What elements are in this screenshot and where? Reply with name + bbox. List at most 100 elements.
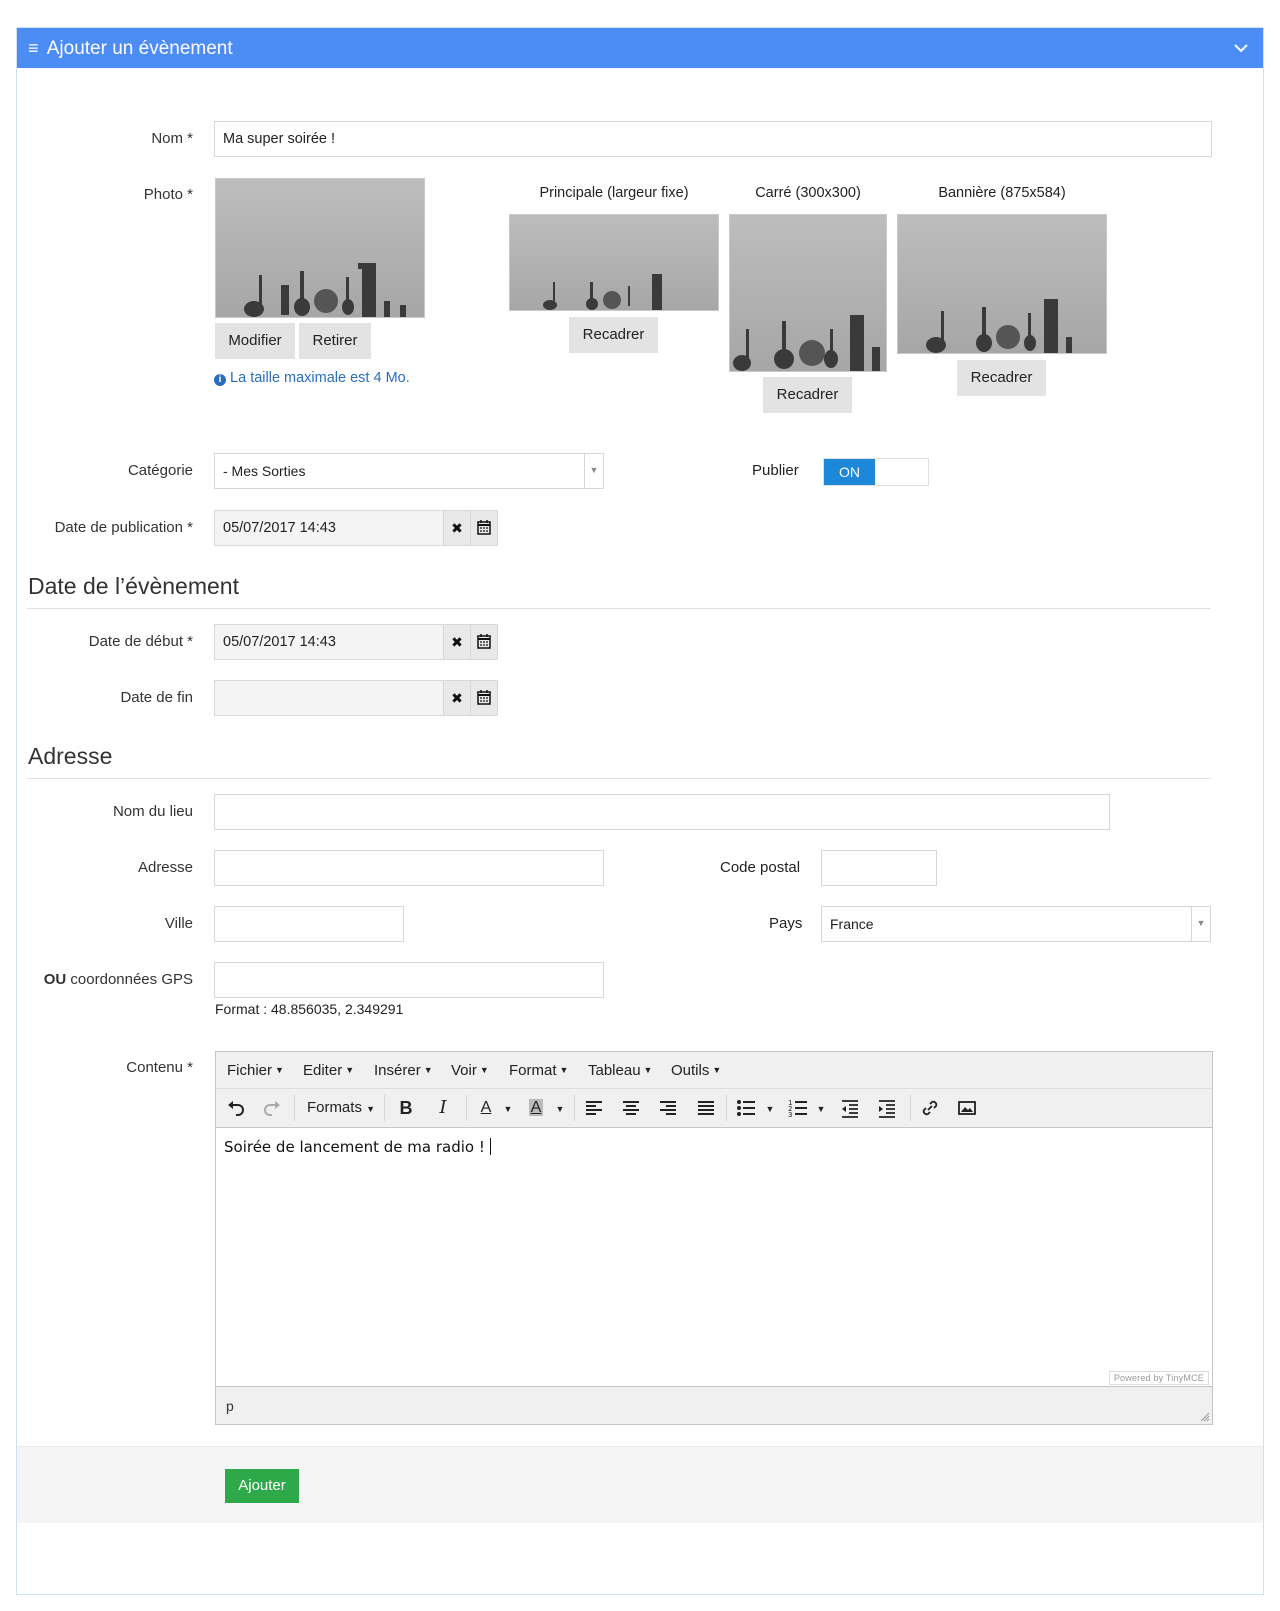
menu-fichier[interactable]: Fichier ▼ xyxy=(227,1052,284,1089)
nom-label: Nom * xyxy=(151,130,193,147)
chevron-down-icon[interactable] xyxy=(1233,28,1249,68)
categorie-select[interactable]: - Mes Sorties ▼ xyxy=(214,453,604,489)
menu-icon: ≡ xyxy=(28,38,39,58)
crop-preview-principale xyxy=(509,214,719,311)
caret-down-icon: ▼ xyxy=(559,1065,569,1075)
caret-down-icon[interactable]: ▼ xyxy=(814,1097,828,1120)
align-left-icon[interactable] xyxy=(584,1097,604,1119)
menu-inserer[interactable]: Insérer ▼ xyxy=(374,1052,433,1089)
redo-icon[interactable] xyxy=(262,1097,282,1119)
menu-outils[interactable]: Outils ▼ xyxy=(671,1052,721,1089)
editor-text: Soirée de lancement de ma radio ! xyxy=(224,1138,485,1156)
menu-editer[interactable]: Editer ▼ xyxy=(303,1052,354,1089)
numbered-list-icon[interactable]: 123 xyxy=(788,1097,808,1119)
publier-label: Publier xyxy=(752,462,799,479)
event-dates-title: Date de l’évènement xyxy=(28,573,239,599)
crop-preview-banniere xyxy=(897,214,1107,354)
resize-handle-icon[interactable] xyxy=(1200,1412,1210,1422)
element-path[interactable]: p xyxy=(226,1398,234,1414)
text-color-icon[interactable]: A xyxy=(476,1097,496,1119)
dropdown-arrow-icon: ▼ xyxy=(584,454,603,488)
bold-icon[interactable]: B xyxy=(396,1097,416,1119)
menu-label: Outils xyxy=(671,1062,710,1079)
code-postal-label: Code postal xyxy=(720,859,801,876)
crop-caption-banniere: Bannière (875x584) xyxy=(938,185,1066,201)
toggle-on-label: ON xyxy=(824,459,875,485)
toolbar-separator xyxy=(726,1095,727,1121)
toolbar-separator xyxy=(384,1095,385,1121)
calendar-icon[interactable] xyxy=(470,680,498,716)
editor-menubar: Fichier ▼ Editer ▼ Insérer ▼ Voir ▼ Format ▼ … xyxy=(216,1052,1212,1089)
remove-photo-button[interactable]: Retirer xyxy=(299,323,371,359)
submit-button[interactable]: Ajouter xyxy=(225,1469,299,1503)
max-size-info: i La taille maximale est 4 Mo. xyxy=(214,370,410,386)
crop-caption-principale: Principale (largeur fixe) xyxy=(539,185,689,201)
clear-icon[interactable]: ✖ xyxy=(443,680,471,716)
date-debut-label: Date de début * xyxy=(88,633,193,650)
publier-toggle[interactable]: ON xyxy=(823,458,929,486)
date-fin-label: Date de fin xyxy=(120,689,193,706)
date-publication-label: Date de publication * xyxy=(54,519,193,536)
caret-down-icon: ▼ xyxy=(275,1065,284,1075)
menu-voir[interactable]: Voir ▼ xyxy=(451,1052,489,1089)
info-icon: i xyxy=(214,374,226,386)
formats-label: Formats xyxy=(306,1099,362,1116)
categorie-label: Catégorie xyxy=(127,462,193,479)
recadrer-carre-button[interactable]: Recadrer xyxy=(763,377,852,413)
recadrer-principale-button[interactable]: Recadrer xyxy=(569,317,658,353)
divider xyxy=(27,608,1211,609)
modify-photo-button[interactable]: Modifier xyxy=(215,323,295,359)
date-fin-input[interactable] xyxy=(214,680,444,716)
menu-tableau[interactable]: Tableau ▼ xyxy=(588,1052,652,1089)
align-center-icon[interactable] xyxy=(621,1097,641,1119)
align-justify-icon[interactable] xyxy=(696,1097,716,1119)
editor-toolbar: Formats ▼ B I A ▼ A ▼ ▼ 123 ▼ xyxy=(216,1089,1212,1128)
pays-value: France xyxy=(830,916,874,932)
italic-icon[interactable]: I xyxy=(433,1097,453,1119)
date-debut-input[interactable]: 05/07/2017 14:43 xyxy=(214,624,444,660)
text-cursor xyxy=(489,1138,491,1155)
outdent-icon[interactable] xyxy=(840,1097,860,1119)
menu-format[interactable]: Format ▼ xyxy=(509,1052,568,1089)
date-publication-input[interactable]: 05/07/2017 14:43 xyxy=(214,510,444,546)
pays-select[interactable]: France ▼ xyxy=(821,906,1211,942)
caret-down-icon: ▼ xyxy=(345,1065,355,1075)
clear-icon[interactable]: ✖ xyxy=(443,624,471,660)
address-title: Adresse xyxy=(28,743,113,769)
lieu-input[interactable] xyxy=(214,794,1110,830)
editor-content[interactable]: Soirée de lancement de ma radio ! xyxy=(224,1138,491,1156)
link-icon[interactable] xyxy=(920,1097,940,1119)
clear-icon[interactable]: ✖ xyxy=(443,510,471,546)
formats-dropdown[interactable]: Formats ▼ xyxy=(306,1097,376,1120)
bullet-list-icon[interactable] xyxy=(736,1097,756,1119)
caret-down-icon[interactable]: ▼ xyxy=(763,1097,777,1120)
nom-input[interactable]: Ma super soirée ! xyxy=(214,121,1212,157)
code-postal-input[interactable] xyxy=(821,850,937,886)
photo-label: Photo * xyxy=(143,186,193,203)
menu-label: Format xyxy=(509,1062,557,1079)
gps-label-rest: coordonnées GPS xyxy=(66,971,193,988)
rich-text-editor[interactable]: Fichier ▼ Editer ▼ Insérer ▼ Voir ▼ Format ▼ … xyxy=(215,1051,1213,1425)
indent-icon[interactable] xyxy=(877,1097,897,1119)
adresse-input[interactable] xyxy=(214,850,604,886)
ville-input[interactable] xyxy=(214,906,404,942)
align-right-icon[interactable] xyxy=(658,1097,678,1119)
gps-input[interactable] xyxy=(214,962,604,998)
crop-caption-carre: Carré (300x300) xyxy=(755,185,861,201)
toolbar-separator xyxy=(466,1095,467,1121)
image-icon[interactable] xyxy=(957,1097,977,1119)
toolbar-separator xyxy=(294,1095,295,1121)
caret-down-icon[interactable]: ▼ xyxy=(501,1097,515,1120)
event-form-panel: ≡ Ajouter un évènement Nom * Ma super so… xyxy=(16,27,1264,1595)
panel-header[interactable]: ≡ Ajouter un évènement xyxy=(17,28,1263,68)
calendar-icon[interactable] xyxy=(470,510,498,546)
menu-label: Tableau xyxy=(588,1062,641,1079)
lieu-label: Nom du lieu xyxy=(112,803,193,820)
caret-down-icon[interactable]: ▼ xyxy=(553,1097,567,1120)
menu-label: Voir xyxy=(451,1062,477,1079)
calendar-icon[interactable] xyxy=(470,624,498,660)
recadrer-banniere-button[interactable]: Recadrer xyxy=(957,360,1046,396)
background-color-icon[interactable]: A xyxy=(526,1097,546,1119)
undo-icon[interactable] xyxy=(226,1097,246,1119)
toolbar-separator xyxy=(910,1095,911,1121)
